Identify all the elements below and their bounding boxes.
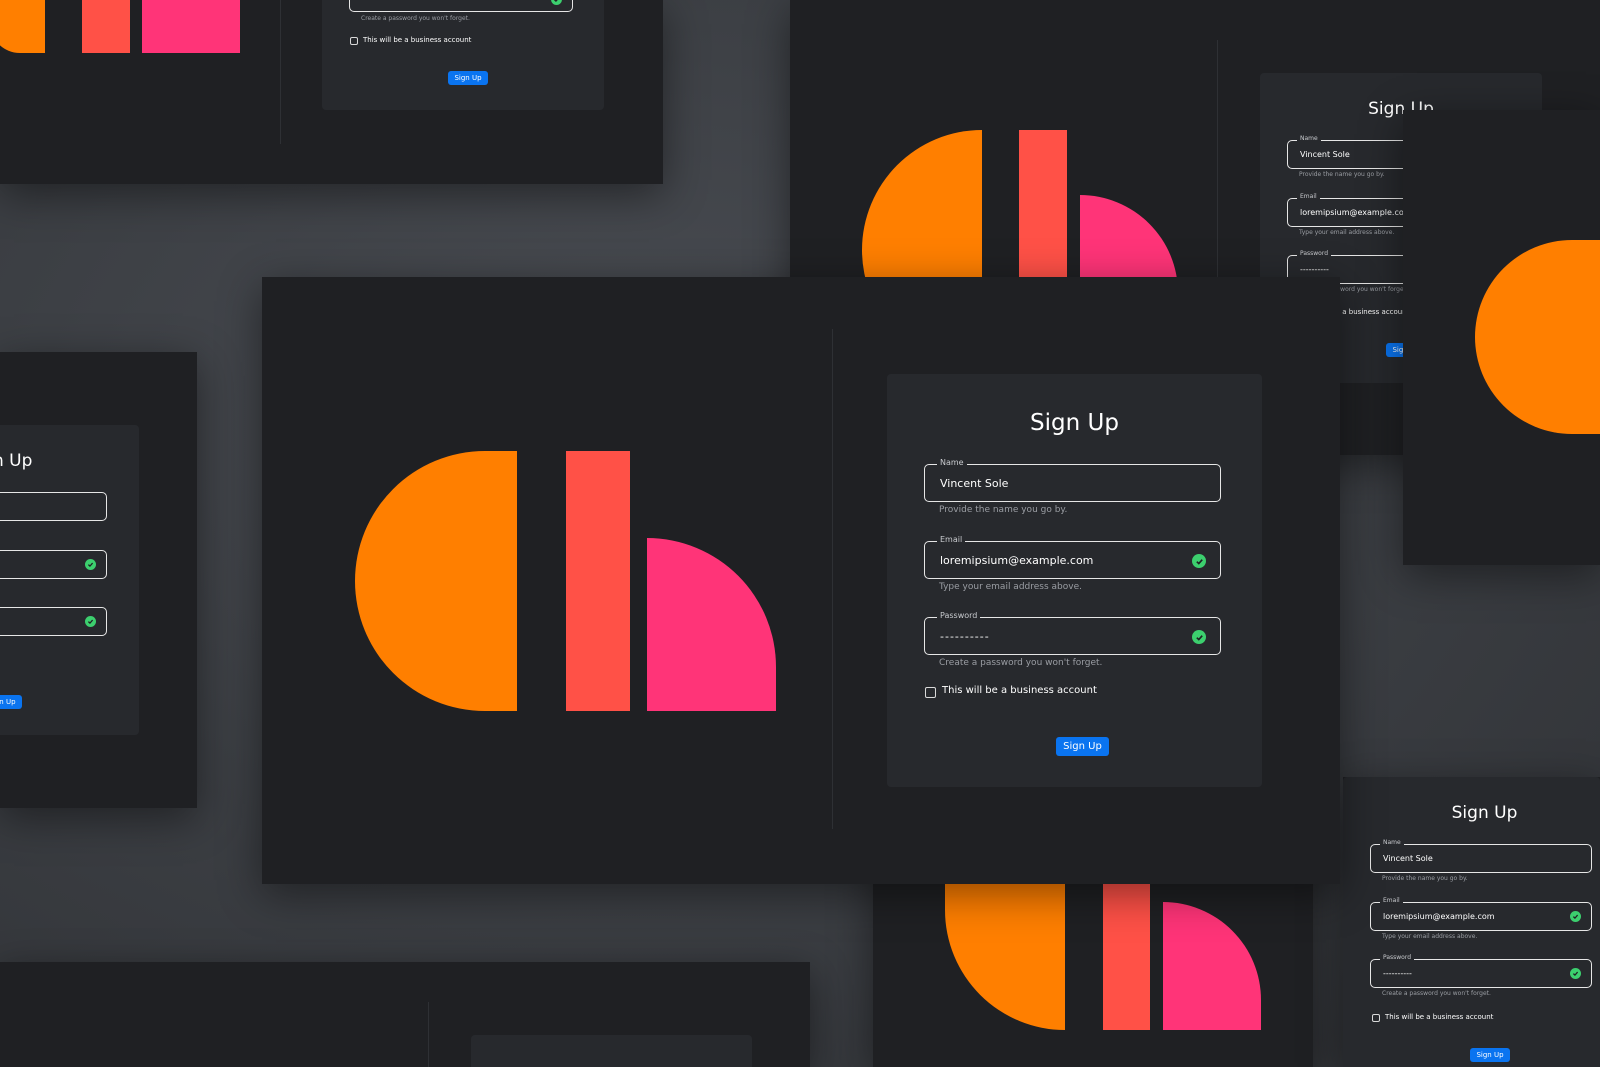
signup-button[interactable]: Sign Up (0, 695, 22, 709)
password-value: ---------- (940, 629, 990, 643)
signup-title: Sign Up (1451, 803, 1518, 823)
password-helper: Create a password you won't forget. (361, 15, 470, 22)
password-helper: Create a password you won't forget. (939, 658, 1103, 668)
signup-card: Sign Up Name Vincent Sole Provide the na… (1343, 777, 1600, 1067)
divider (280, 0, 281, 144)
logo-pink-quarter-shape (647, 538, 776, 711)
name-helper: Provide the name you go by. (939, 505, 1068, 515)
divider (428, 1002, 429, 1067)
password-label: Password (1380, 955, 1415, 961)
name-field[interactable]: Name Vincent Sole (924, 459, 1221, 502)
password-helper: Create a password you won't forget. (1382, 990, 1491, 997)
logo-orange-half-circle (355, 451, 517, 711)
divider (832, 329, 833, 829)
logo-red-bar (566, 451, 630, 711)
email-field[interactable]: Email loremipsium@example.com (1370, 898, 1592, 931)
name-label: Name (937, 459, 967, 467)
password-field[interactable] (349, 0, 573, 12)
name-helper: Provide the name you go by. (1299, 171, 1385, 178)
logo-orange-shape (0, 0, 45, 53)
password-field[interactable] (0, 607, 107, 636)
check-circle-icon (85, 616, 96, 627)
email-value: loremipsium@example.com (940, 553, 1094, 567)
check-circle-icon (85, 559, 96, 570)
email-label: Email (937, 536, 966, 544)
business-checkbox-label: This will be a business account (942, 685, 1097, 696)
check-circle-icon (551, 0, 562, 5)
name-value: Vincent Sole (940, 476, 1009, 490)
business-checkbox-label: This will be a business account (1385, 1013, 1494, 1021)
signup-card: Sign Up Name Vincent Sole Provide the na… (887, 374, 1262, 787)
signup-card: Sign Up Sign Up (0, 425, 139, 735)
signup-button[interactable]: Sign Up (1470, 1048, 1510, 1062)
name-label: Name (1297, 136, 1321, 142)
signup-button[interactable]: Sign Up (448, 71, 488, 85)
email-field[interactable]: Email loremipsium@example.com (924, 536, 1221, 579)
main-screen: Sign Up Name Vincent Sole Provide the na… (262, 277, 1340, 884)
password-field[interactable]: Password ---------- (1370, 955, 1592, 988)
password-value: ---------- (1383, 969, 1412, 978)
name-value: Vincent Sole (1300, 150, 1350, 159)
email-value: loremipsium@example.com (1383, 912, 1495, 921)
name-label: Name (1380, 840, 1404, 846)
signup-card (471, 1035, 752, 1067)
email-field[interactable] (0, 550, 107, 579)
email-helper: Type your email address above. (1382, 933, 1478, 940)
email-helper: Type your email address above. (1299, 229, 1395, 236)
business-checkbox[interactable] (925, 687, 936, 698)
screen-bottom-right-form: Sign Up Name Vincent Sole Provide the na… (1343, 777, 1600, 1067)
signup-title: Sign Up (1030, 410, 1119, 436)
email-label: Email (1297, 194, 1320, 200)
check-circle-icon (1570, 911, 1581, 922)
email-helper: Type your email address above. (939, 582, 1082, 592)
business-checkbox[interactable] (350, 37, 358, 45)
logo-orange-shape (1475, 240, 1600, 434)
screen-top-left: Create a password you won't forget. This… (0, 0, 663, 184)
logo-pink-shape (1163, 902, 1261, 1030)
signup-card: Create a password you won't forget. This… (322, 0, 604, 110)
check-circle-icon (1192, 630, 1206, 644)
business-checkbox[interactable] (1372, 1014, 1380, 1022)
screen-bottom-left (0, 962, 810, 1067)
password-label: Password (1297, 251, 1332, 257)
email-value: loremipsium@example.com (1300, 208, 1412, 217)
logo-red-bar (82, 0, 130, 53)
password-field[interactable]: Password ---------- (924, 612, 1221, 655)
signup-title: Sign Up (0, 451, 33, 471)
name-field[interactable] (0, 492, 107, 521)
name-value: Vincent Sole (1383, 854, 1433, 863)
business-checkbox-label: This will be a business account (363, 36, 472, 44)
check-circle-icon (1570, 968, 1581, 979)
name-helper: Provide the name you go by. (1382, 875, 1468, 882)
password-value: ---------- (1300, 265, 1329, 274)
logo-pink-shape (142, 0, 240, 53)
check-circle-icon (1192, 554, 1206, 568)
email-label: Email (1380, 898, 1403, 904)
screen-right-edge (1403, 110, 1600, 565)
screen-left: Sign Up Sign Up (0, 352, 197, 808)
name-field[interactable]: Name Vincent Sole (1370, 840, 1592, 873)
signup-button[interactable]: Sign Up (1056, 737, 1109, 756)
password-label: Password (937, 612, 981, 620)
